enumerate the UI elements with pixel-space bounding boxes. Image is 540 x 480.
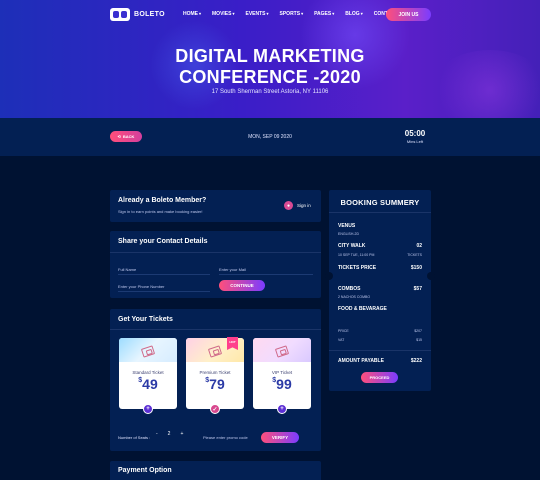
ticket-vip[interactable]: VIP Ticket $99 + bbox=[253, 338, 311, 414]
plus-icon[interactable]: + bbox=[143, 404, 153, 414]
tickets-title: Get Your Tickets bbox=[118, 316, 173, 323]
full-name-field[interactable]: Full Name bbox=[118, 267, 136, 272]
show-datetime: 10 SEP TUE, 11:00 PM bbox=[338, 253, 375, 257]
countdown-timer: 05:00 Mins Left bbox=[400, 129, 430, 144]
continue-button[interactable]: CONTINUE bbox=[219, 280, 265, 291]
combos-value: $57 bbox=[413, 286, 422, 292]
ticket-price: $79 bbox=[205, 376, 225, 392]
menu-item-events[interactable]: EVENTS▾ bbox=[245, 11, 268, 17]
field-underline bbox=[118, 291, 210, 292]
food-label: FOOD & BEVARAGE bbox=[338, 306, 387, 312]
summary-notch bbox=[427, 272, 435, 280]
sign-in-label: Sign in bbox=[297, 203, 311, 208]
plus-icon[interactable]: + bbox=[277, 404, 287, 414]
payment-card: Payment Option bbox=[110, 461, 321, 480]
seats-label: Number of Seats : bbox=[118, 435, 151, 440]
venue-name: VENUS bbox=[338, 223, 356, 229]
seat-count[interactable]: 2 bbox=[168, 431, 171, 437]
divider bbox=[110, 252, 321, 253]
menu-item-pages[interactable]: PAGES▾ bbox=[314, 11, 334, 17]
combos-desc: 2 NACHOS COMBO bbox=[338, 295, 371, 299]
member-card: Already a Boleto Member? Sign in to earn… bbox=[110, 190, 321, 222]
ticket-price: $99 bbox=[272, 376, 292, 392]
contact-card: Share your Contact Details Full Name Ent… bbox=[110, 231, 321, 298]
field-underline bbox=[118, 274, 210, 275]
plus-button[interactable]: + bbox=[180, 431, 183, 437]
divider bbox=[329, 350, 431, 351]
tickets-word: TICKETS bbox=[407, 253, 422, 257]
ticket-price: $49 bbox=[138, 376, 158, 392]
divider bbox=[110, 329, 321, 330]
divider bbox=[329, 212, 431, 213]
summary-title: BOOKING SUMMERY bbox=[340, 198, 420, 207]
sign-in-link[interactable]: ● Sign in bbox=[284, 201, 311, 210]
amount-payable-value: $222 bbox=[410, 358, 422, 364]
menu-item-movies[interactable]: MOVIES▾ bbox=[212, 11, 234, 17]
phone-field[interactable]: Enter your Phone Number bbox=[118, 284, 164, 289]
join-us-button[interactable]: JOIN US bbox=[386, 8, 431, 21]
payment-title: Payment Option bbox=[118, 467, 172, 474]
proceed-button[interactable]: PROCEED bbox=[361, 372, 398, 383]
logo-text: BOLETO bbox=[134, 11, 165, 18]
countdown-label: Mins Left bbox=[406, 139, 424, 144]
menu-item-home[interactable]: HOME▾ bbox=[183, 11, 201, 17]
chevron-down-icon: ▾ bbox=[232, 11, 235, 16]
ticket-name: Premium Ticket bbox=[199, 370, 231, 375]
tickets-card: Get Your Tickets Standard Ticket $49 + H… bbox=[110, 309, 321, 451]
menu-item-sports[interactable]: SPORTS▾ bbox=[280, 11, 304, 17]
event-date: MON, SEP 09 2020 bbox=[248, 134, 292, 140]
logo[interactable]: BOLETO bbox=[110, 8, 165, 21]
venue-language: ENGLISH-2D bbox=[338, 232, 360, 236]
city-name: CITY WALK bbox=[338, 243, 366, 249]
top-nav: BOLETO HOME▾ MOVIES▾ EVENTS▾ SPORTS▾ PAG… bbox=[0, 0, 540, 30]
member-subtitle: Sign in to earn points and make booking … bbox=[118, 209, 203, 214]
ticket-name: VIP Ticket bbox=[271, 370, 293, 375]
chevron-down-icon: ▾ bbox=[360, 11, 363, 16]
contact-title: Share your Contact Details bbox=[118, 238, 208, 245]
amount-payable-label: AMOUNT PAYABLE bbox=[338, 358, 384, 364]
logo-icon bbox=[110, 8, 130, 21]
vat-label: VAT bbox=[338, 338, 345, 342]
chevron-down-icon: ▾ bbox=[332, 11, 335, 16]
menu-item-blog[interactable]: BLOG▾ bbox=[345, 11, 362, 17]
page-title-line: CONFERENCE -2020 bbox=[179, 67, 361, 87]
ticket-name: Standard Ticket bbox=[132, 370, 164, 375]
user-icon: ● bbox=[284, 201, 293, 210]
booking-summary: BOOKING SUMMERY VENUS ENGLISH-2D CITY WA… bbox=[325, 190, 435, 391]
booking-timer-bar: ⟲ BACK MON, SEP 09 2020 05:00 Mins Left bbox=[0, 118, 540, 156]
city-count: 02 bbox=[416, 243, 422, 249]
chevron-down-icon: ▾ bbox=[266, 11, 269, 16]
verify-button[interactable]: VERIFY bbox=[261, 432, 299, 443]
event-address: 17 South Sherman Street Astoria, NY 1110… bbox=[211, 89, 329, 95]
hero-banner: BOLETO HOME▾ MOVIES▾ EVENTS▾ SPORTS▾ PAG… bbox=[0, 0, 540, 118]
chevron-down-icon: ▾ bbox=[199, 11, 202, 16]
field-underline bbox=[219, 274, 313, 275]
page-title-line: DIGITAL MARKETING bbox=[175, 46, 365, 66]
seat-stepper: - 2 + bbox=[156, 431, 183, 437]
ticket-premium[interactable]: HOT Premium Ticket $79 ✓ bbox=[186, 337, 244, 414]
vat-value: $15 bbox=[416, 338, 422, 342]
ticket-standard[interactable]: Standard Ticket $49 + bbox=[119, 338, 177, 414]
minus-button[interactable]: - bbox=[156, 431, 158, 437]
check-icon[interactable]: ✓ bbox=[210, 404, 220, 414]
tickets-price-value: $150 bbox=[410, 265, 422, 271]
member-title: Already a Boleto Member? bbox=[118, 197, 207, 204]
summary-notch bbox=[325, 272, 333, 280]
chevron-down-icon: ▾ bbox=[301, 11, 304, 16]
promo-code-input[interactable]: Please enter promo code bbox=[203, 435, 248, 440]
countdown-value: 05:00 bbox=[404, 129, 426, 138]
page-title: DIGITAL MARKETING CONFERENCE -2020 bbox=[0, 46, 540, 88]
price-value: $207 bbox=[414, 329, 422, 333]
email-field[interactable]: Enter your Mail bbox=[219, 267, 246, 272]
combos-label: COMBOS bbox=[338, 286, 361, 292]
tickets-price-label: TICKETS PRICE bbox=[338, 265, 377, 271]
main-menu: HOME▾ MOVIES▾ EVENTS▾ SPORTS▾ PAGES▾ BLO… bbox=[183, 11, 409, 17]
price-label: PRICE bbox=[338, 329, 349, 333]
